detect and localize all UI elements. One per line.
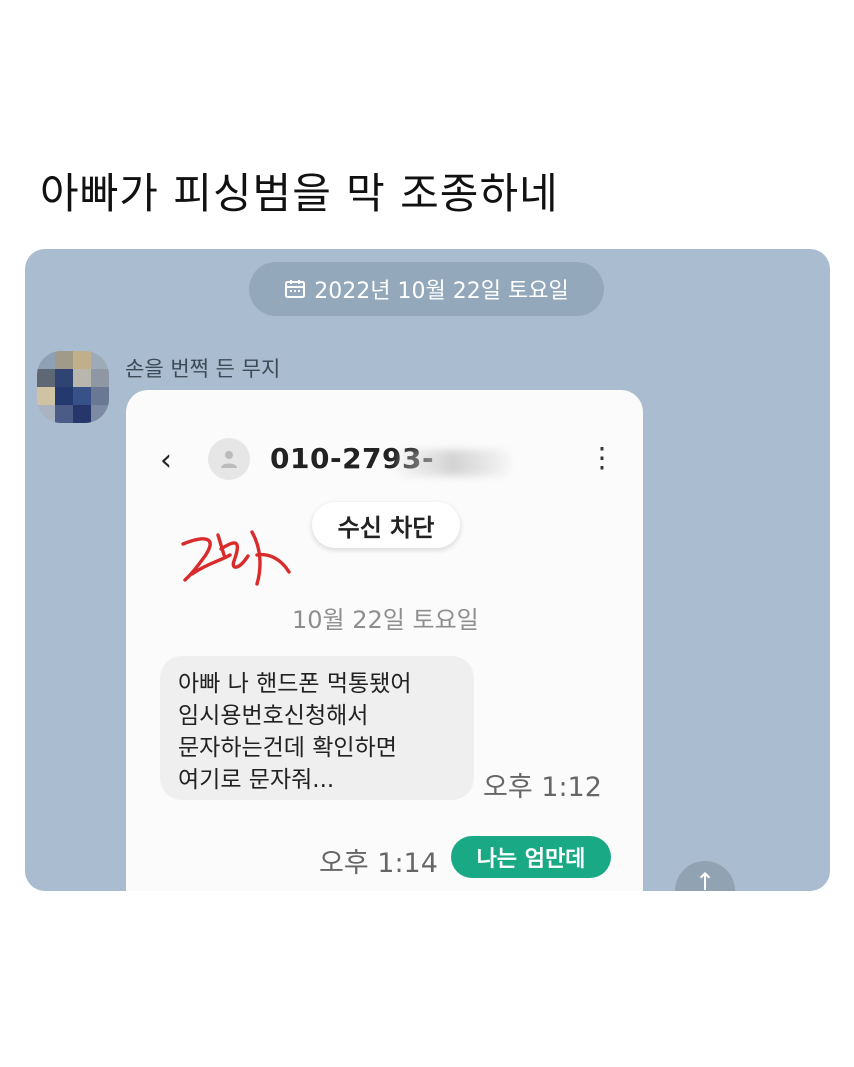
phone-header: ‹ 010-2793- ⋮: [126, 390, 643, 480]
incoming-time: 오후 1:12: [483, 772, 602, 803]
sender-name: 손을 번쩍 든 무지: [125, 357, 281, 381]
back-chevron-icon[interactable]: ‹: [160, 446, 172, 476]
message-screenshot[interactable]: ‹ 010-2793- ⋮ 수신 차단 10월 22일 토요일 아빠 나 핸드폰…: [126, 390, 643, 891]
incoming-line: 문자하는건데 확인하면: [178, 735, 397, 761]
more-vertical-icon[interactable]: ⋮: [588, 444, 616, 472]
outgoing-time: 오후 1:14: [319, 848, 438, 879]
handwritten-scribble: [181, 530, 291, 586]
message-date: 10월 22일 토요일: [292, 606, 479, 634]
scroll-up-icon[interactable]: ↑: [675, 861, 735, 891]
block-receive-button[interactable]: 수신 차단: [312, 502, 460, 548]
chat-date-pill: 2022년 10월 22일 토요일: [249, 262, 604, 316]
incoming-message: 아빠 나 핸드폰 먹통됐어 임시용번호신청해서 문자하는건데 확인하면 여기로 …: [160, 656, 474, 800]
incoming-line: 아빠 나 핸드폰 먹통됐어: [178, 671, 412, 697]
person-icon: [221, 451, 237, 468]
chat-date: 2022년 10월 22일 토요일: [314, 279, 569, 304]
chat-panel: 2022년 10월 22일 토요일 손을 번쩍 든 무지 ‹ 010-2793-…: [25, 249, 830, 891]
post-title: 아빠가 피싱범을 막 조종하네: [40, 169, 559, 218]
avatar[interactable]: [37, 351, 109, 423]
calendar-icon: [285, 280, 306, 298]
outgoing-message: 나는 엄만데: [451, 836, 611, 878]
incoming-line: 임시용번호신청해서: [178, 703, 369, 729]
contact-avatar[interactable]: [208, 438, 250, 480]
obscured-number: [396, 450, 511, 476]
incoming-line: 여기로 문자줘...: [178, 767, 335, 793]
